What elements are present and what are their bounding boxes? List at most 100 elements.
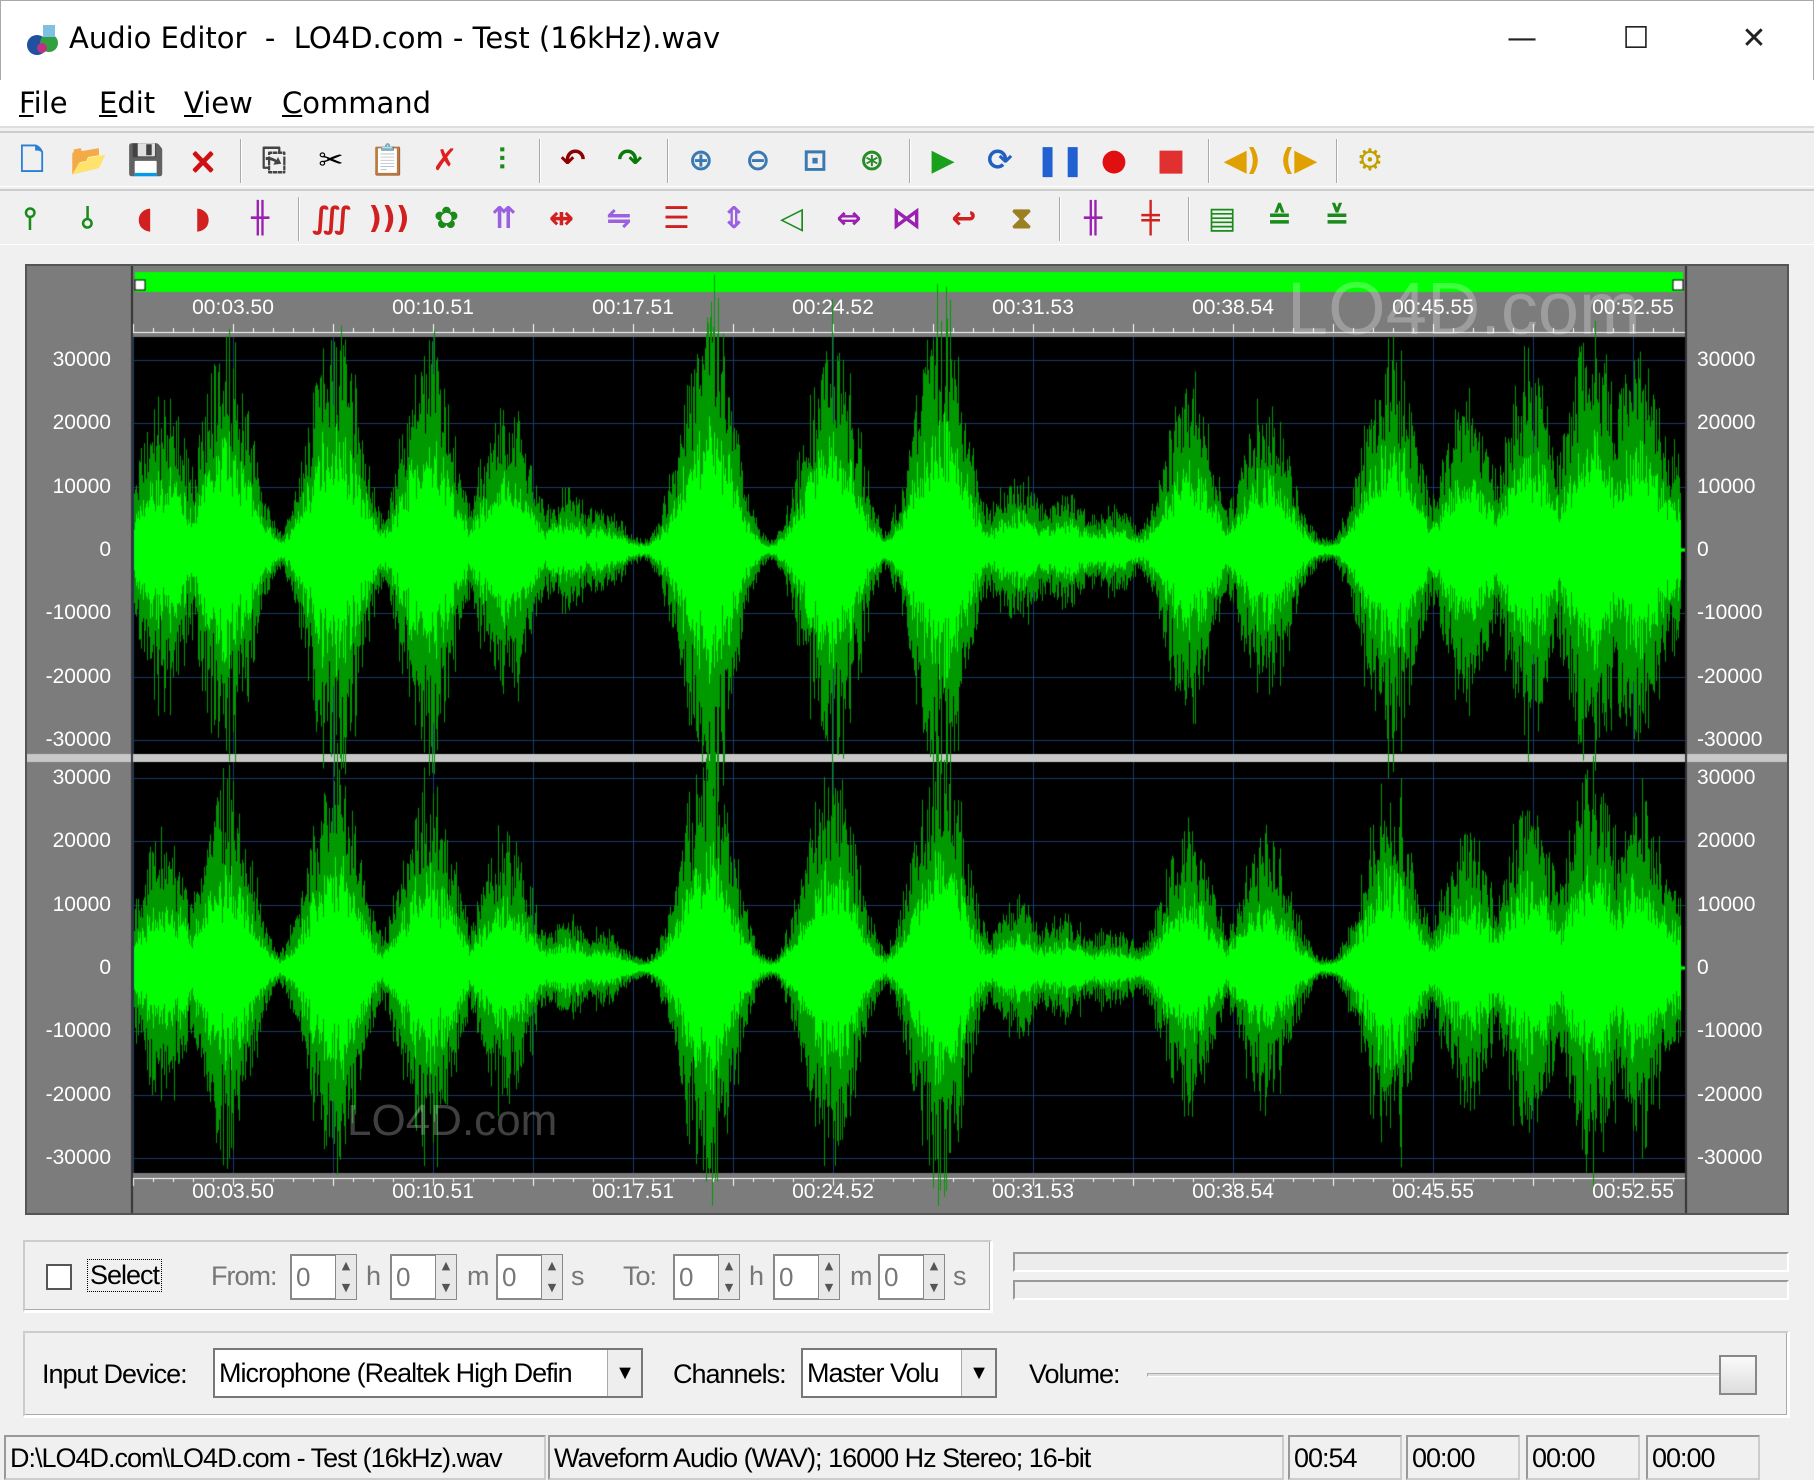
chevron-down-icon[interactable]: ▼ bbox=[607, 1350, 641, 1396]
delete-selection-button[interactable]: ✗ bbox=[423, 141, 467, 181]
paste-button[interactable]: 📋 bbox=[366, 141, 410, 181]
select-label[interactable]: Select bbox=[87, 1259, 163, 1292]
equalizer-icon: ☰ bbox=[663, 201, 690, 236]
undo-button[interactable]: ↶ bbox=[551, 141, 595, 181]
watermark: LO4D.com bbox=[1287, 267, 1641, 350]
normalize-button[interactable]: ⫰ bbox=[66, 199, 110, 239]
maximize-button[interactable]: ☐ bbox=[1591, 11, 1681, 67]
amplitude-tick-label: -20000 bbox=[45, 1082, 111, 1106]
toolbar-separator bbox=[1208, 139, 1210, 183]
waveform-panel[interactable]: 00:03.50 00:03.50 00:10.51 00:10.51 00:17.51… bbox=[25, 264, 1789, 1215]
noise-button[interactable]: ∭ bbox=[310, 199, 354, 239]
toolbar-separator bbox=[1188, 197, 1190, 241]
amplitude-tick-label: 0 bbox=[99, 538, 111, 561]
volume-slider-track[interactable] bbox=[1147, 1373, 1757, 1377]
zoom-all-icon: ⊛ bbox=[859, 143, 885, 178]
stop-button[interactable]: ■ bbox=[1149, 141, 1193, 181]
from-h-input[interactable]: 0 bbox=[290, 1254, 336, 1300]
to-m-spinner[interactable]: ▲ ▼ bbox=[818, 1254, 840, 1300]
to-label: To: bbox=[623, 1261, 657, 1291]
record-button[interactable]: ● bbox=[1092, 141, 1136, 181]
invert-icon: ⇋ bbox=[606, 201, 632, 236]
pause-button[interactable]: ❚❚ bbox=[1035, 141, 1085, 181]
menu-file[interactable]: File bbox=[19, 86, 68, 120]
to-h-input[interactable]: 0 bbox=[673, 1254, 719, 1300]
mix-paste-button[interactable]: ⫶ bbox=[480, 141, 524, 181]
to-h-spinner[interactable]: ▲ ▼ bbox=[718, 1254, 740, 1300]
remove-marker-button[interactable]: ╪ bbox=[1129, 199, 1173, 239]
to-m-input[interactable]: 0 bbox=[773, 1254, 819, 1300]
from-s-input[interactable]: 0 bbox=[496, 1254, 542, 1300]
zoom-out-button[interactable]: ⊖ bbox=[736, 141, 780, 181]
split-button[interactable]: ╫ bbox=[1071, 199, 1115, 239]
left-channel-button[interactable]: ◀) bbox=[1220, 141, 1264, 181]
to-s-input[interactable]: 0 bbox=[878, 1254, 924, 1300]
zoom-in-button[interactable]: ⊕ bbox=[679, 141, 723, 181]
time-tick-label: 00:10.51 bbox=[392, 296, 474, 319]
minimize-button[interactable]: — bbox=[1477, 11, 1567, 67]
mute-bottom-button[interactable]: ≚ bbox=[1315, 199, 1359, 239]
from-s-spinner[interactable]: ▲ ▼ bbox=[541, 1254, 563, 1300]
time-tick-label: 00:24.52 bbox=[792, 1180, 874, 1203]
volume-slider-thumb[interactable] bbox=[1719, 1355, 1757, 1395]
input-device-select[interactable]: Microphone (Realtek High Defin ▼ bbox=[213, 1348, 643, 1398]
fade-in-button[interactable]: ◖ bbox=[123, 199, 167, 239]
time-tick-label: 00:17.51 bbox=[592, 1180, 674, 1203]
play-loop-button[interactable]: ⟳ bbox=[978, 141, 1022, 181]
save-button[interactable]: 💾 bbox=[124, 141, 168, 181]
stretch-button[interactable]: ⇈ bbox=[482, 199, 526, 239]
select-checkbox[interactable] bbox=[46, 1264, 72, 1290]
waveform-canvas[interactable] bbox=[27, 266, 1787, 1213]
chevron-down-icon[interactable]: ▼ bbox=[961, 1350, 995, 1396]
reverse-button[interactable]: ⇹ bbox=[540, 199, 584, 239]
amplitude-tick-label: -10000 bbox=[45, 1019, 111, 1043]
trim-button[interactable]: ▤ bbox=[1200, 199, 1244, 239]
options-button[interactable]: ⚙ bbox=[1348, 141, 1392, 181]
tempo-button[interactable]: ⧗ bbox=[1000, 199, 1044, 239]
new-file-button[interactable]: 🗋 bbox=[10, 141, 54, 181]
zoom-selection-button[interactable]: ⊡ bbox=[793, 141, 837, 181]
volume-envelope-button[interactable]: ◁ bbox=[770, 199, 814, 239]
to-s-spinner[interactable]: ▲ ▼ bbox=[923, 1254, 945, 1300]
effects-button[interactable]: ✿ bbox=[425, 199, 469, 239]
window-title: Audio Editor - LO4D.com - Test (16kHz).w… bbox=[69, 21, 721, 55]
close-file-button[interactable]: 🗙 bbox=[181, 141, 225, 181]
menu-command[interactable]: Command bbox=[282, 86, 431, 120]
open-folder-icon: 📂 bbox=[70, 143, 108, 178]
status-time-2: 00:00 bbox=[1526, 1435, 1640, 1480]
fade-in-icon: ◖ bbox=[137, 201, 153, 236]
zoom-all-button[interactable]: ⊛ bbox=[850, 141, 894, 181]
invert-button[interactable]: ⇋ bbox=[597, 199, 641, 239]
menu-view[interactable]: View bbox=[184, 86, 253, 120]
pitch-button[interactable]: ⇕ bbox=[712, 199, 756, 239]
input-device-label: Input Device: bbox=[42, 1359, 188, 1389]
from-m-spinner[interactable]: ▲ ▼ bbox=[435, 1254, 457, 1300]
echo-button[interactable]: ))) bbox=[367, 199, 411, 239]
insert-silence-button[interactable]: ╫ bbox=[238, 199, 282, 239]
time-tick-label: 00:52.55 bbox=[1592, 1180, 1674, 1203]
left-level-meter bbox=[1013, 1252, 1789, 1272]
right-channel-button[interactable]: (▶ bbox=[1277, 141, 1321, 181]
amplify-button[interactable]: ⫯ bbox=[8, 199, 52, 239]
channels-select[interactable]: Master Volu ▼ bbox=[801, 1348, 997, 1398]
chorus-button[interactable]: ⋈ bbox=[885, 199, 929, 239]
open-folder-button[interactable]: 📂 bbox=[67, 141, 111, 181]
fade-out-button[interactable]: ◗ bbox=[181, 199, 225, 239]
swap-channels-button[interactable]: ↩ bbox=[942, 199, 986, 239]
cut-button[interactable]: ✂ bbox=[309, 141, 353, 181]
mix-paste-icon: ⫶ bbox=[498, 143, 506, 178]
status-duration: 00:54 bbox=[1288, 1435, 1402, 1480]
redo-button[interactable]: ↷ bbox=[608, 141, 652, 181]
copy-button[interactable]: ⎘ bbox=[252, 141, 296, 181]
equalizer-button[interactable]: ☰ bbox=[655, 199, 699, 239]
time-tick-label: 00:38.54 bbox=[1192, 1180, 1274, 1203]
from-m-input[interactable]: 0 bbox=[390, 1254, 436, 1300]
menu-edit[interactable]: Edit bbox=[99, 86, 155, 120]
from-h-spinner[interactable]: ▲ ▼ bbox=[335, 1254, 357, 1300]
close-file-icon: 🗙 bbox=[191, 143, 215, 178]
mute-top-button[interactable]: ≙ bbox=[1258, 199, 1302, 239]
play-button[interactable]: ▶ bbox=[921, 141, 965, 181]
balance-button[interactable]: ⇔ bbox=[827, 199, 871, 239]
close-button[interactable]: ✕ bbox=[1709, 11, 1799, 67]
amplitude-tick-label: 10000 bbox=[1697, 474, 1756, 498]
